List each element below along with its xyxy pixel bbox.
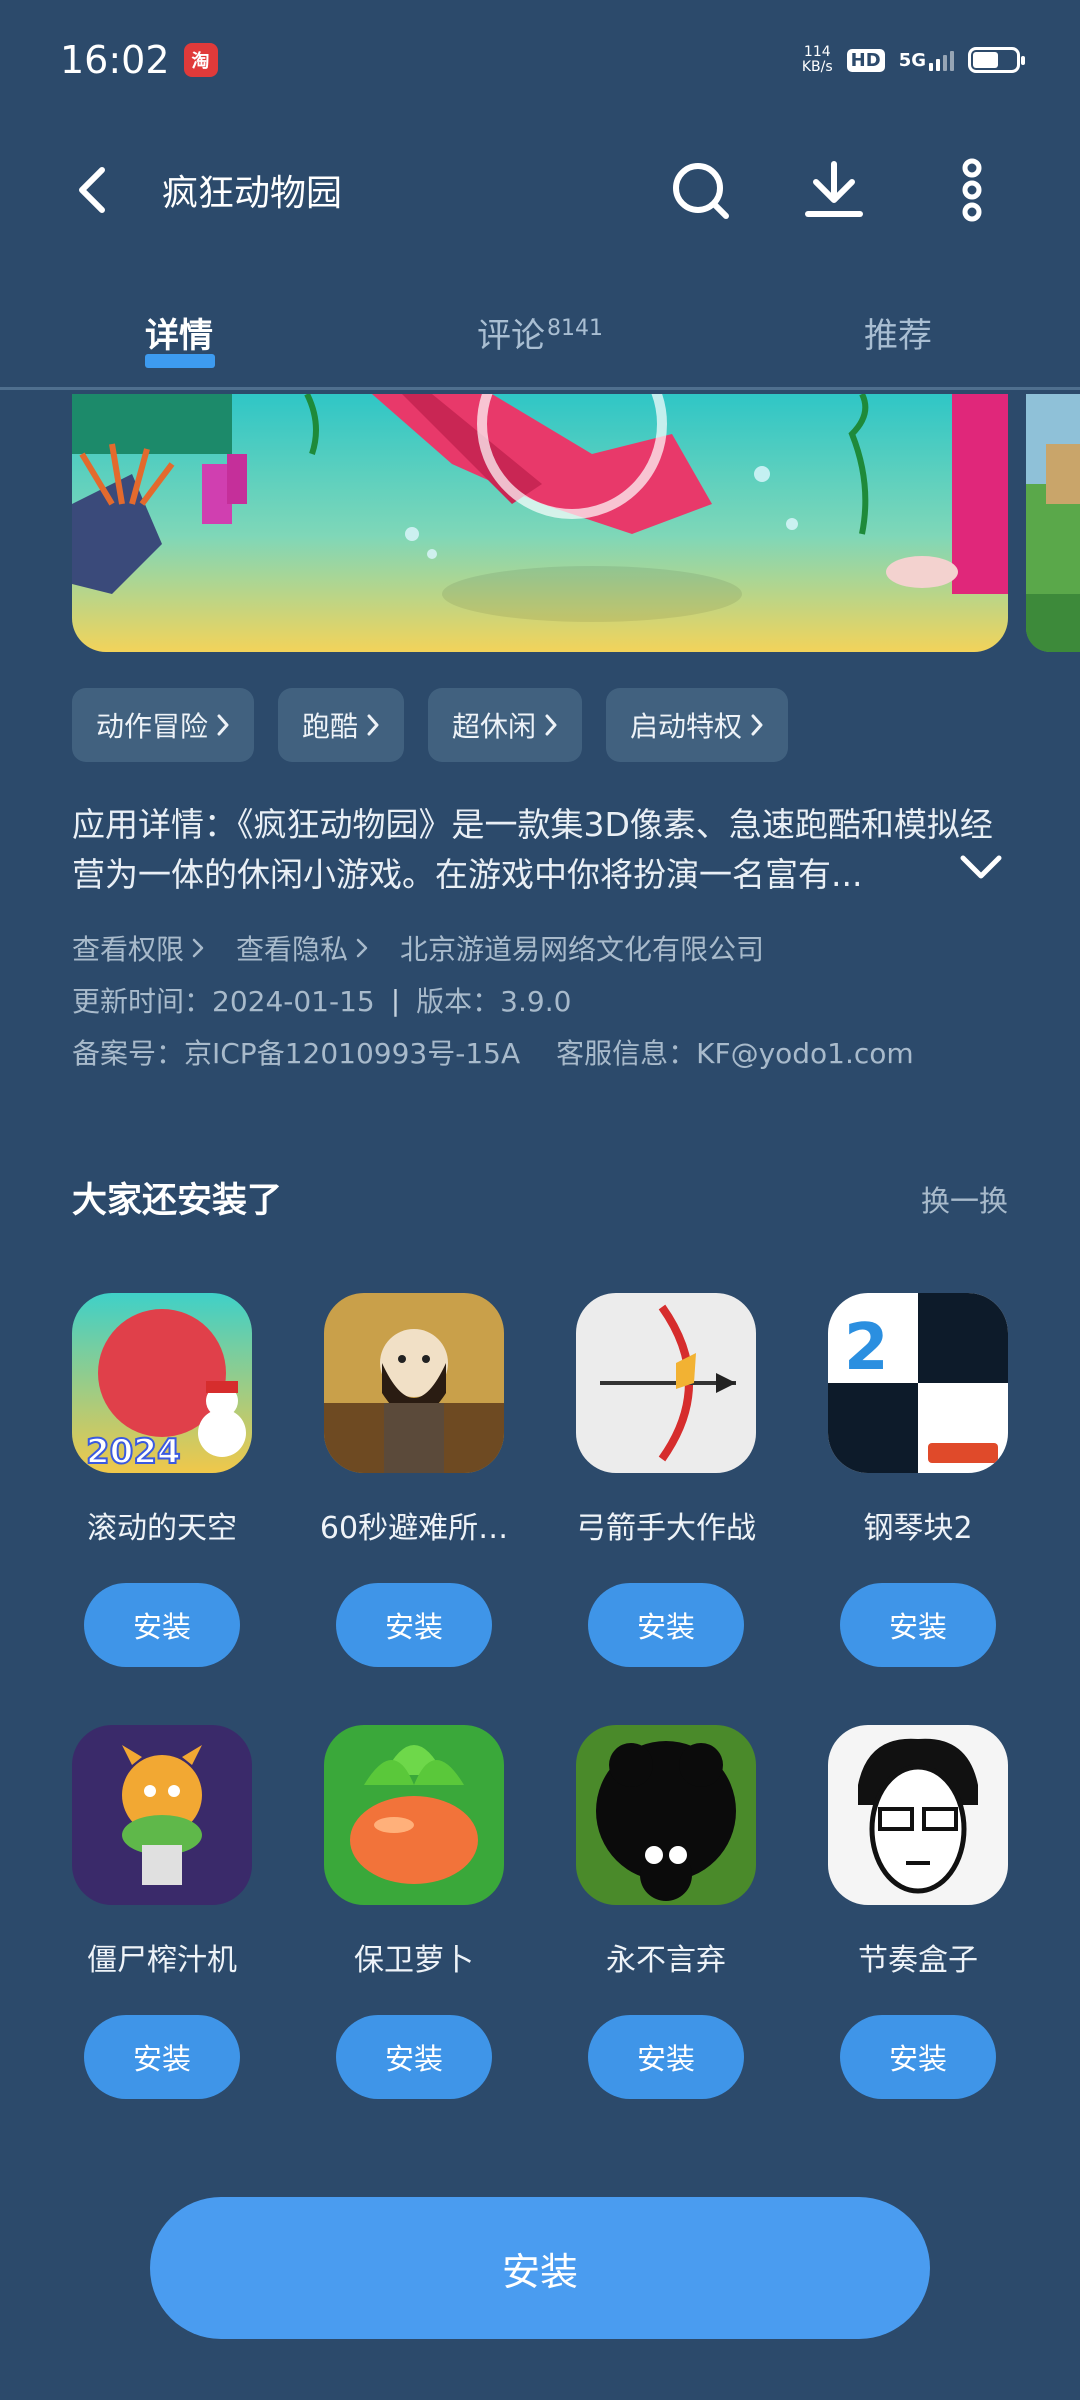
chevron-right-icon [545,714,557,736]
search-icon[interactable] [670,158,734,222]
tag-label: 超休闲 [452,710,537,743]
meta-separator: | [390,983,401,1017]
archer-icon[interactable] [576,1293,756,1473]
screenshot-carousel[interactable] [0,394,1080,652]
support-info: 客服信息：KF@yodo1.com [556,1037,914,1070]
section-title: 大家还安装了 [72,1181,283,1221]
zombie-juicer-icon[interactable] [72,1725,252,1905]
app-bar: 疯狂动物园 [0,140,1080,240]
incredibox-icon[interactable] [828,1725,1008,1905]
expand-chevron-icon[interactable] [955,848,1007,888]
refresh-button[interactable]: 换一换 [921,1178,1008,1220]
chevron-right-icon [356,938,368,958]
taobao-notification-icon: 淘 [183,43,218,77]
active-tab-indicator [145,354,215,368]
view-privacy-link[interactable]: 查看隐私 [236,928,348,968]
status-bar: 16:02 淘 114 KB/s HD 5G [0,0,1080,120]
tag-hyper-casual[interactable]: 超休闲 [428,688,583,762]
game-screenshot-next-image [1026,394,1080,652]
network-speed-unit: KB/s [801,59,833,75]
app-description[interactable]: 应用详情：《疯狂动物园》是一款集3D像素、急速跑酷和模拟经营为一体的休闲小游戏。… [72,800,1012,900]
network-type: 5G [898,49,926,71]
network-speed: 114 KB/s [802,45,833,75]
tag-launch-privilege[interactable]: 启动特权 [606,688,789,762]
app-name: 永不言弃 [606,1943,726,1978]
tab-details[interactable]: 详情 [145,308,213,357]
game-screenshot[interactable] [72,394,1008,652]
install-button[interactable]: 安装 [336,1583,492,1667]
tag-label: 跑酷 [302,710,359,743]
meta-version-row: 更新时间：2024-01-15 | 版本：3.9.0 [72,980,571,1020]
update-time: 更新时间：2024-01-15 [72,985,375,1018]
tag-action-adventure[interactable]: 动作冒险 [72,688,255,762]
app-name: 僵尸榨汁机 [87,1943,237,1978]
svg-text:2024: 2024 [86,1432,181,1472]
more-options-icon[interactable] [940,158,1004,222]
app-name: 节奏盒子 [858,1943,978,1978]
tag-parkour[interactable]: 跑酷 [278,688,405,762]
view-permissions-link[interactable]: 查看权限 [72,928,184,968]
tab-recommend[interactable]: 推荐 [864,308,932,357]
chevron-right-icon [217,714,229,736]
back-arrow-icon[interactable] [66,162,122,218]
download-icon[interactable] [802,158,866,222]
install-button[interactable]: 安装 [336,2015,492,2099]
install-button[interactable]: 安装 [84,2015,240,2099]
meta-links-row: 查看权限 查看隐私 北京游道易网络文化有限公司 [72,928,764,968]
tag-label: 动作冒险 [96,710,209,743]
app-name: 保卫萝卜 [354,1943,474,1978]
install-button[interactable]: 安装 [840,2015,996,2099]
install-button[interactable]: 安装 [588,1583,744,1667]
chevron-right-icon [367,714,379,736]
install-button[interactable]: 安装 [840,1583,996,1667]
never-give-up-icon[interactable] [576,1725,756,1905]
chevron-right-icon [751,714,763,736]
meta-registration-row: 备案号：京ICP备12010993号-15A 客服信息：KF@yodo1.com [72,1032,914,1072]
app-name: 滚动的天空 [87,1511,237,1546]
detail-tabs: 详情 评论8141 推荐 [0,290,1080,390]
signal-icon: 5G [899,50,954,71]
install-button[interactable]: 安装 [84,1583,240,1667]
category-tags: 动作冒险 跑酷 超休闲 启动特权 [72,688,789,762]
page-title: 疯狂动物园 [162,173,343,214]
tab-reviews-label: 评论 [477,316,545,356]
network-speed-value: 114 [803,44,831,60]
icp-number: 备案号：京ICP备12010993号-15A [72,1037,521,1070]
game-screenshot-next[interactable] [1026,394,1080,652]
status-time: 16:02 [60,38,170,82]
main-install-button[interactable]: 安装 [150,2197,930,2339]
install-button[interactable]: 安装 [588,2015,744,2099]
battery-level [973,52,999,68]
piano-tiles-icon[interactable]: 2 [828,1293,1008,1473]
rolling-sky-icon[interactable]: 2024 [72,1293,252,1473]
svg-text:2: 2 [844,1311,889,1385]
status-indicators: 114 KB/s HD 5G [802,45,1025,75]
tab-reviews[interactable]: 评论8141 [477,308,603,357]
hd-icon: HD [846,48,885,72]
app-name: 60秒避难所… [319,1511,509,1546]
game-screenshot-image [72,394,1008,652]
chevron-right-icon [192,938,204,958]
battery-icon [968,47,1025,73]
app-version: 版本：3.9.0 [416,985,572,1018]
developer-name: 北京游道易网络文化有限公司 [400,933,765,966]
app-name: 弓箭手大作战 [576,1511,756,1546]
carrot-defense-icon[interactable] [324,1725,504,1905]
60-seconds-icon[interactable] [324,1293,504,1473]
app-name: 钢琴块2 [863,1511,973,1546]
tab-reviews-count: 8141 [547,315,603,341]
tag-label: 启动特权 [630,710,743,743]
